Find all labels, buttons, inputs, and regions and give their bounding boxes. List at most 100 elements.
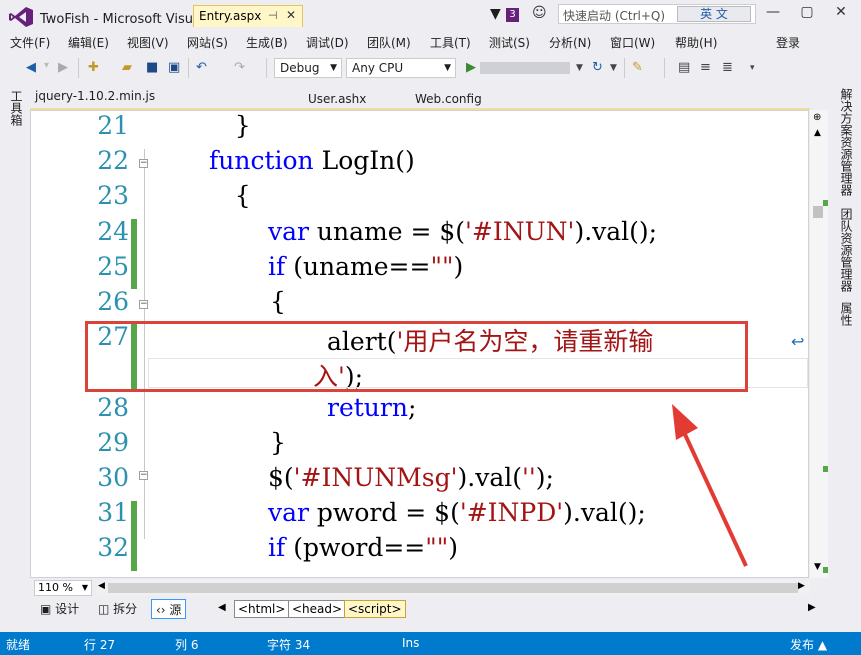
code-text: ) — [453, 252, 464, 281]
code-text: } — [270, 428, 286, 457]
line-number: 32 — [97, 533, 129, 562]
crumb-next-icon[interactable]: ▶ — [808, 602, 816, 613]
design-icon: ▣ — [40, 602, 56, 616]
menu-test[interactable]: 测试(S) — [489, 34, 530, 51]
solution-explorer-tab[interactable]: 解决方案资源管理器 — [838, 88, 855, 196]
split-label: 拆分 — [113, 602, 138, 616]
menu-team[interactable]: 团队(M) — [367, 34, 411, 51]
code-text: ; — [407, 393, 417, 422]
maximize-button[interactable]: ▢ — [796, 4, 818, 20]
split-icon: ◫ — [98, 602, 114, 616]
menu-window[interactable]: 窗口(W) — [610, 34, 655, 51]
menu-build[interactable]: 生成(B) — [246, 34, 288, 51]
source-label: 源 — [169, 603, 182, 617]
save-all-icon[interactable]: ▣ — [168, 60, 180, 75]
vertical-scrollbar[interactable]: ⊕ ▲ ▼ — [810, 110, 828, 578]
tab-jquery[interactable]: jquery-1.10.2.min.js — [35, 89, 155, 110]
refresh-icon[interactable]: ↻ — [592, 60, 603, 75]
code-line: 21 } — [31, 111, 801, 146]
menu-help[interactable]: 帮助(H) — [675, 34, 717, 51]
split-view-button[interactable]: ◫ 拆分 — [94, 599, 141, 619]
chevron-down-icon[interactable]: ▼ — [576, 63, 583, 73]
code-line: 22 function LogIn() — [31, 146, 801, 181]
new-project-icon[interactable]: ✚ — [88, 60, 99, 75]
redo-icon[interactable]: ↷ — [234, 60, 245, 75]
code-text: ).val(); — [574, 217, 658, 246]
scroll-up-icon[interactable]: ▲ — [814, 128, 821, 138]
filter-icon[interactable]: ▼ — [490, 6, 501, 22]
back-icon[interactable]: ◀ — [26, 60, 36, 75]
close-tab-icon[interactable]: ✕ — [286, 8, 296, 22]
close-window-button[interactable]: ✕ — [830, 4, 852, 20]
forward-icon[interactable]: ▶ — [58, 60, 68, 75]
code-keyword: return — [327, 393, 408, 422]
crumb-prev-icon[interactable]: ◀ — [218, 602, 226, 613]
status-column: 列 6 — [175, 638, 199, 652]
chevron-down-icon: ▼ — [81, 583, 88, 592]
chevron-down-icon[interactable]: ▼ — [610, 63, 617, 73]
toolbox-tab[interactable]: 工具箱 — [8, 90, 25, 126]
code-keyword: if — [268, 533, 286, 562]
start-debug-icon[interactable]: ▶ — [466, 60, 476, 75]
configuration-select[interactable]: Debug ▼ — [274, 58, 342, 78]
code-text: (pword== — [285, 533, 426, 562]
horizontal-scrollbar[interactable]: ◀ ▶ — [96, 580, 810, 596]
undo-icon[interactable]: ↶ — [196, 60, 207, 75]
line-number: 23 — [97, 181, 129, 210]
pin-icon[interactable]: ⊣ — [268, 9, 278, 22]
team-explorer-tab[interactable]: 团队资源管理器 — [838, 208, 855, 292]
code-string: "" — [430, 252, 454, 281]
dropdown-arrow-icon[interactable]: ▾ — [44, 60, 49, 71]
platform-value: Any CPU — [352, 61, 404, 75]
quick-launch-input[interactable]: 快速启动 (Ctrl+Q) 英 文 — [558, 4, 756, 24]
zoom-select[interactable]: 110 % ▼ — [34, 580, 92, 596]
chevron-down-icon: ▼ — [330, 63, 337, 73]
code-text: { — [270, 287, 286, 316]
line-number: 22 — [97, 146, 129, 175]
uncomment-icon[interactable]: ≣ — [722, 60, 733, 75]
scroll-thumb[interactable] — [813, 206, 823, 218]
scroll-left-icon[interactable]: ◀ — [98, 581, 105, 591]
publish-button[interactable]: 发布 ▲ — [790, 636, 827, 653]
properties-tab[interactable]: 属性 — [838, 302, 855, 326]
toolbar-options-icon[interactable]: ▾ — [750, 63, 755, 73]
menu-tools[interactable]: 工具(T) — [430, 34, 471, 51]
code-string: '#INPD' — [459, 498, 564, 527]
crumb-head[interactable]: <head> — [288, 600, 347, 618]
source-view-button[interactable]: ‹› 源 — [151, 599, 187, 619]
split-handle-icon[interactable]: ⊕ — [813, 112, 821, 123]
code-keyword: var — [268, 498, 309, 527]
menu-view[interactable]: 视图(V) — [127, 34, 169, 51]
menu-analyze[interactable]: 分析(N) — [549, 34, 591, 51]
code-text: { — [203, 181, 251, 210]
browser-link-icon[interactable]: ✎ — [632, 60, 643, 75]
document-icon[interactable]: ▤ — [678, 60, 690, 75]
code-keyword: function — [209, 146, 314, 175]
open-folder-icon[interactable]: ▰ — [122, 60, 132, 75]
scroll-down-icon[interactable]: ▼ — [814, 562, 821, 572]
notification-badge[interactable]: 3 — [506, 8, 519, 22]
menu-edit[interactable]: 编辑(E) — [68, 34, 109, 51]
change-indicator — [823, 200, 828, 206]
tab-entry-label: Entry.aspx — [199, 9, 262, 23]
scroll-thumb[interactable] — [108, 583, 798, 593]
crumb-script[interactable]: <script> — [344, 600, 406, 618]
platform-select[interactable]: Any CPU ▼ — [346, 58, 456, 78]
feedback-icon[interactable]: ☺ — [532, 5, 547, 21]
save-icon[interactable]: ■ — [146, 60, 158, 75]
design-view-button[interactable]: ▣ 设计 — [36, 599, 83, 619]
crumb-html[interactable]: <html> — [234, 600, 290, 618]
status-ready: 就绪 — [6, 638, 31, 652]
browser-target-blurred[interactable] — [480, 62, 570, 74]
menu-debug[interactable]: 调试(D) — [306, 34, 349, 51]
menu-website[interactable]: 网站(S) — [187, 34, 228, 51]
minimize-button[interactable]: — — [762, 4, 784, 20]
code-line: 26 { — [31, 287, 801, 322]
tab-entry-aspx[interactable]: Entry.aspx ⊣ ✕ — [193, 5, 303, 27]
status-char: 字符 34 — [267, 638, 311, 652]
comment-icon[interactable]: ≡ — [700, 60, 711, 75]
code-line: 23 { — [31, 181, 801, 216]
menu-file[interactable]: 文件(F) — [10, 34, 50, 51]
login-link[interactable]: 登录 — [776, 34, 800, 51]
scroll-right-icon[interactable]: ▶ — [798, 581, 805, 591]
